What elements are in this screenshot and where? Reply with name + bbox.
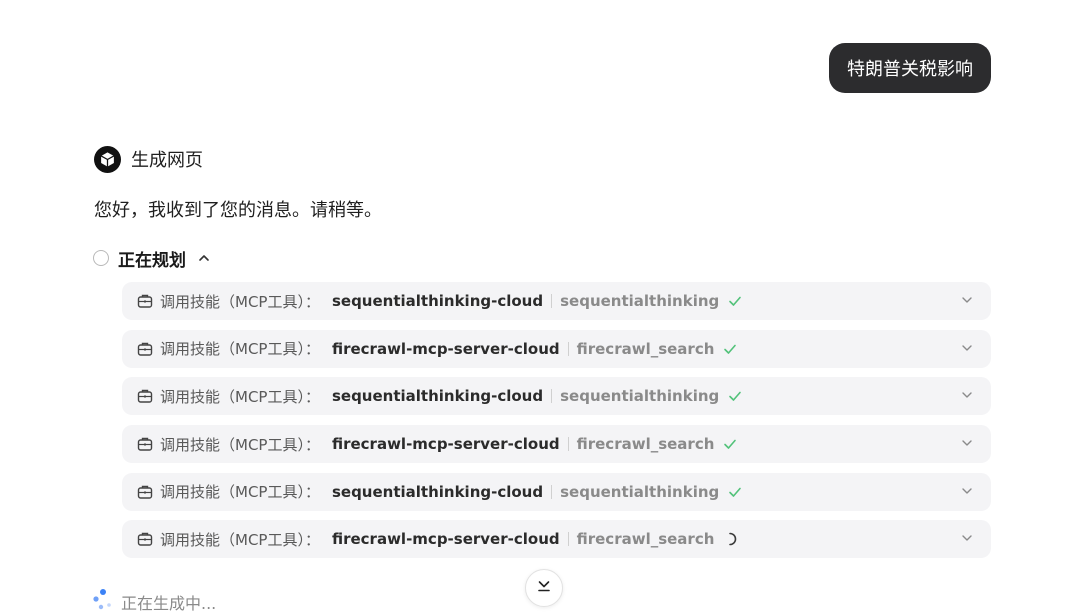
tool-name: sequentialthinking xyxy=(560,482,720,501)
planning-toggle[interactable]: 正在规划 xyxy=(93,245,210,271)
chevron-down-icon[interactable] xyxy=(961,342,973,354)
tool-call-row[interactable]: 调用技能（MCP工具）： firecrawl-mcp-server-cloud … xyxy=(122,520,991,559)
tool-prefix: 调用技能（MCP工具）： xyxy=(160,435,320,454)
toolbox-icon xyxy=(136,292,154,310)
agent-header: 生成网页 xyxy=(94,145,203,173)
separator xyxy=(551,294,553,308)
toolbox-icon xyxy=(136,530,154,548)
tool-prefix: 调用技能（MCP工具）： xyxy=(160,340,320,359)
chevron-down-icon[interactable] xyxy=(961,485,973,497)
tool-name: firecrawl_search xyxy=(576,435,715,454)
chevron-up-icon[interactable] xyxy=(198,252,210,264)
tool-call-row[interactable]: 调用技能（MCP工具）： sequentialthinking-cloud se… xyxy=(122,377,991,416)
tool-call-row[interactable]: 调用技能（MCP工具）： sequentialthinking-cloud se… xyxy=(122,282,991,320)
separator xyxy=(567,341,569,356)
toolbox-icon xyxy=(136,483,154,501)
tool-server: sequentialthinking-cloud xyxy=(331,387,544,406)
chevron-down-icon[interactable] xyxy=(961,437,973,449)
tool-call-list: 调用技能（MCP工具）： sequentialthinking-cloud se… xyxy=(122,282,991,568)
tool-prefix: 调用技能（MCP工具）： xyxy=(160,387,320,406)
check-icon xyxy=(723,437,737,451)
tool-server: firecrawl-mcp-server-cloud xyxy=(331,530,560,549)
spinner-icon xyxy=(723,532,737,546)
chat-page: 特朗普关税影响 生成网页 您好，我收到了您的消息。请稍等。 正在规划 调用技能（… xyxy=(0,0,1080,614)
chevron-down-icon[interactable] xyxy=(961,532,973,544)
toolbox-icon xyxy=(136,387,154,405)
tool-prefix: 调用技能（MCP工具）： xyxy=(160,292,320,311)
tool-name: sequentialthinking xyxy=(560,387,720,406)
tool-call-row[interactable]: 调用技能（MCP工具）： sequentialthinking-cloud se… xyxy=(122,472,991,511)
tool-name: firecrawl_search xyxy=(576,339,715,358)
check-icon xyxy=(728,485,742,499)
separator xyxy=(551,389,553,404)
tool-call-row[interactable]: 调用技能（MCP工具）： firecrawl-mcp-server-cloud … xyxy=(122,425,991,464)
separator xyxy=(551,484,553,499)
tool-name: sequentialthinking xyxy=(560,292,720,310)
tool-server: firecrawl-mcp-server-cloud xyxy=(331,339,560,358)
generating-label: 正在生成中... xyxy=(121,594,217,613)
check-icon xyxy=(728,294,742,308)
tool-prefix: 调用技能（MCP工具）： xyxy=(160,530,320,549)
agent-name: 生成网页 xyxy=(131,150,203,171)
chevron-down-icon[interactable] xyxy=(961,294,973,306)
tool-server: firecrawl-mcp-server-cloud xyxy=(331,435,560,454)
agent-greeting: 您好，我收到了您的消息。请稍等。 xyxy=(94,200,382,221)
toolbox-icon xyxy=(136,435,154,453)
check-icon xyxy=(723,342,737,356)
tool-prefix: 调用技能（MCP工具）： xyxy=(160,483,320,502)
tool-name: firecrawl_search xyxy=(576,530,715,549)
cube-icon xyxy=(94,145,121,173)
toolbox-icon xyxy=(136,340,154,358)
loading-dots-icon xyxy=(91,588,115,614)
user-message-bubble: 特朗普关税影响 xyxy=(829,43,991,93)
user-message-text: 特朗普关税影响 xyxy=(847,59,973,80)
planning-status-circle xyxy=(93,250,109,266)
tool-server: sequentialthinking-cloud xyxy=(331,292,544,310)
separator xyxy=(567,532,569,547)
generating-status: 正在生成中... xyxy=(91,588,216,614)
scroll-to-bottom-icon xyxy=(536,578,552,598)
planning-title: 正在规划 xyxy=(118,250,186,271)
separator xyxy=(567,437,569,452)
tool-server: sequentialthinking-cloud xyxy=(331,482,544,501)
check-icon xyxy=(728,389,742,403)
tool-call-row[interactable]: 调用技能（MCP工具）： firecrawl-mcp-server-cloud … xyxy=(122,329,991,368)
chevron-down-icon[interactable] xyxy=(961,389,973,401)
scroll-to-bottom-button[interactable] xyxy=(525,569,563,607)
